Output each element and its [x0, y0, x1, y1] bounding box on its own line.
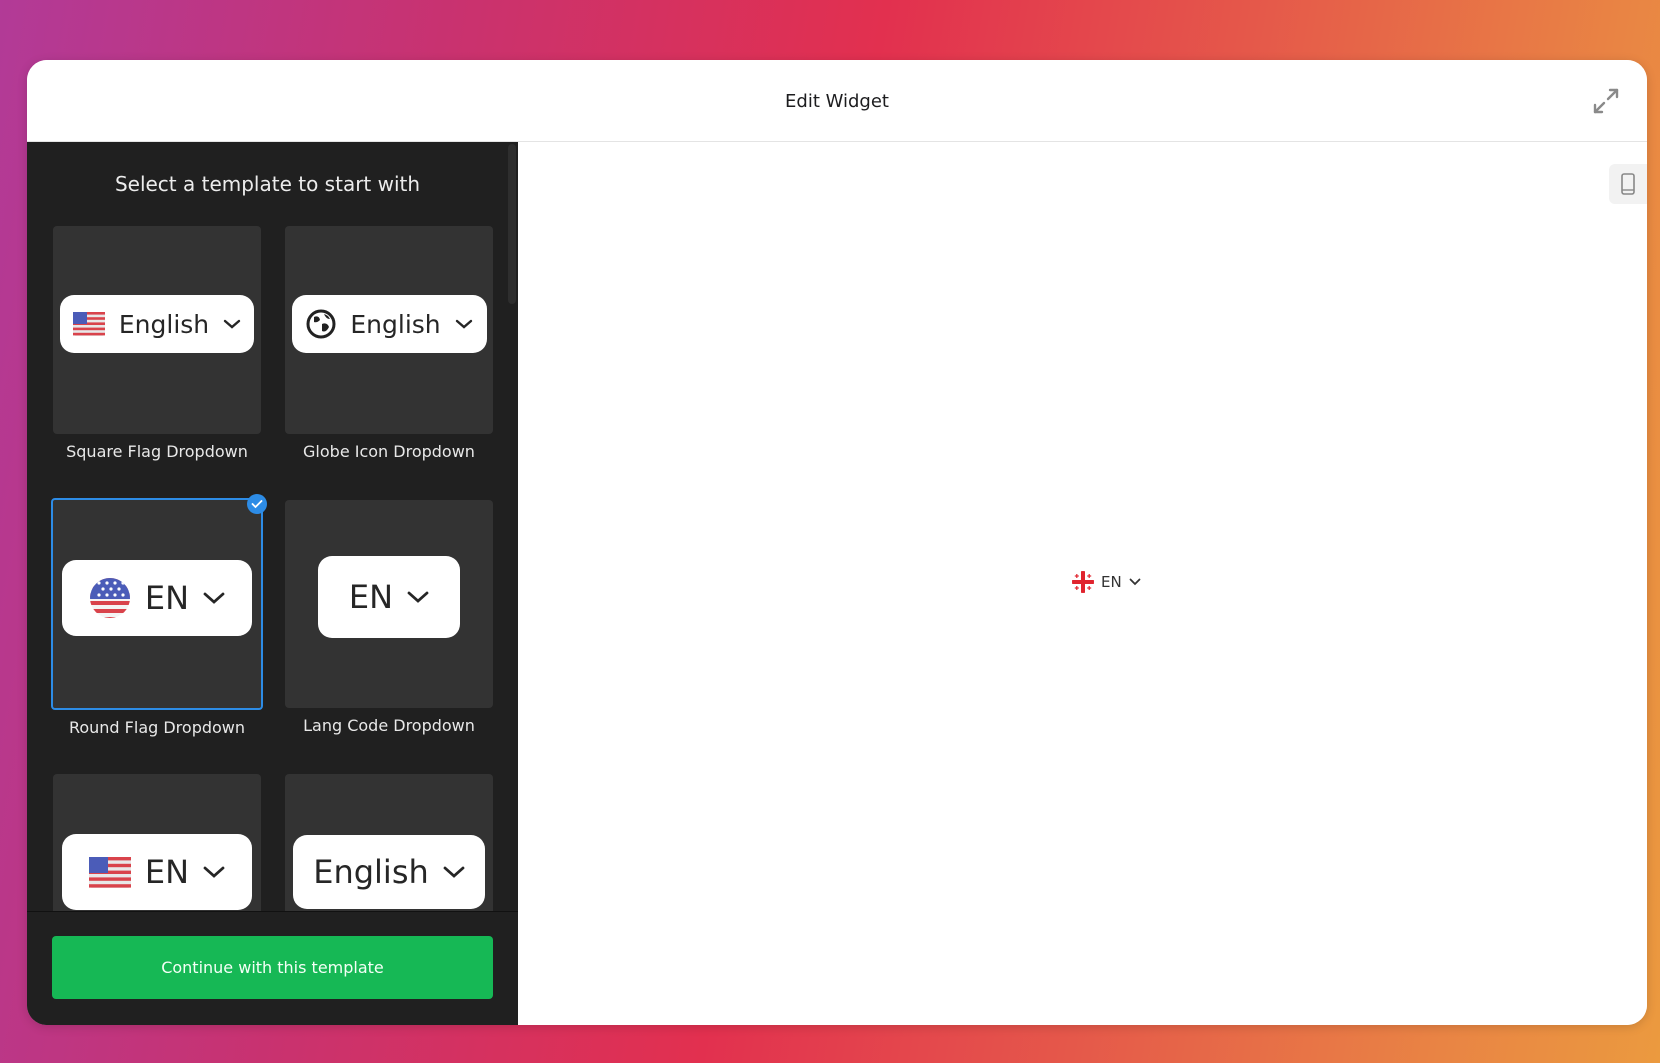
device-toggle-button[interactable]	[1609, 164, 1647, 204]
pill-text: EN	[144, 853, 190, 891]
chevron-down-icon	[223, 319, 241, 329]
widget-preview-area: EN	[518, 142, 1647, 1025]
pill-text: English	[350, 309, 441, 339]
pill-text: English	[118, 309, 210, 339]
dropdown-pill: English	[292, 295, 487, 353]
round-flag-icon	[1072, 571, 1094, 593]
mobile-device-icon	[1621, 173, 1635, 195]
globe-icon	[306, 309, 336, 339]
template-card-lang-code[interactable]: EN Lang Code Dropdown	[285, 500, 493, 735]
chevron-down-icon	[1129, 578, 1141, 586]
dropdown-pill: English	[293, 835, 485, 909]
dropdown-pill: EN	[62, 560, 252, 636]
template-label: Globe Icon Dropdown	[303, 442, 475, 461]
template-preview: EN	[51, 494, 267, 710]
template-card-globe-icon[interactable]: English Globe Icon Dropdown	[285, 226, 493, 461]
chevron-down-icon	[455, 319, 472, 329]
template-preview: English	[285, 226, 493, 434]
chevron-down-icon	[407, 591, 429, 603]
dropdown-pill: EN	[318, 556, 460, 638]
chevron-down-icon	[203, 592, 225, 604]
chevron-down-icon	[203, 866, 225, 878]
modal-header: Edit Widget	[27, 60, 1647, 142]
template-preview: EN	[285, 500, 493, 708]
template-card-square-flag[interactable]: English Square Flag Dropdown	[53, 226, 261, 461]
template-label: Square Flag Dropdown	[66, 442, 248, 461]
us-flag-square-icon	[88, 856, 131, 888]
pill-text: EN	[348, 578, 394, 616]
dropdown-pill: English	[60, 295, 254, 353]
pill-text: EN	[144, 579, 190, 617]
us-flag-round-icon	[89, 578, 130, 618]
dropdown-pill: EN	[62, 834, 252, 910]
template-label: Round Flag Dropdown	[68, 718, 246, 737]
template-card-round-flag[interactable]: EN Round Flag Dropdown	[51, 494, 267, 737]
chevron-down-icon	[443, 866, 465, 878]
expand-button[interactable]	[1591, 86, 1621, 116]
us-flag-square-icon	[72, 312, 105, 336]
continue-button[interactable]: Continue with this template	[52, 936, 493, 999]
expand-arrows-icon	[1593, 88, 1619, 114]
edit-widget-modal: Edit Widget Select a template to start w…	[27, 60, 1647, 1025]
modal-title: Edit Widget	[785, 91, 889, 112]
panel-footer: Continue with this template	[27, 911, 518, 1025]
template-preview: English	[53, 226, 261, 434]
panel-title: Select a template to start with	[114, 172, 421, 196]
template-label: Lang Code Dropdown	[303, 716, 475, 735]
language-switcher-preview[interactable]: EN	[1072, 571, 1141, 593]
template-grid: English Square Flag Dropdown English Glo…	[27, 222, 518, 962]
pill-text: English	[313, 853, 429, 891]
checkmark-icon	[251, 500, 263, 509]
template-panel: Select a template to start with English	[27, 142, 518, 1025]
preview-language-code: EN	[1101, 573, 1122, 591]
selected-check-badge	[247, 494, 267, 514]
